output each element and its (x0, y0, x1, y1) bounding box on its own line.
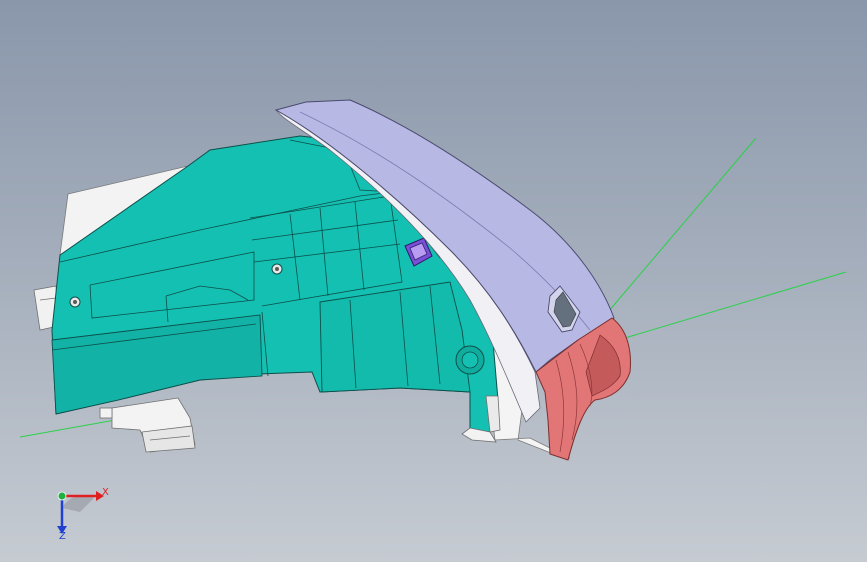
x-axis-label: X (102, 487, 109, 498)
cad-3d-viewport[interactable]: X Z (0, 0, 867, 562)
triad-shadow (62, 495, 94, 512)
construction-line-upper-right (607, 137, 757, 313)
housing-right-block[interactable] (319, 281, 471, 393)
y-axis-dot-icon (57, 491, 67, 501)
round-boss[interactable] (455, 345, 485, 375)
screw-hole-left[interactable] (69, 296, 81, 308)
screw-hole-center[interactable] (271, 263, 283, 275)
lower-connector[interactable] (99, 397, 196, 453)
z-axis-label: Z (59, 531, 66, 542)
model-scene[interactable] (0, 0, 867, 562)
